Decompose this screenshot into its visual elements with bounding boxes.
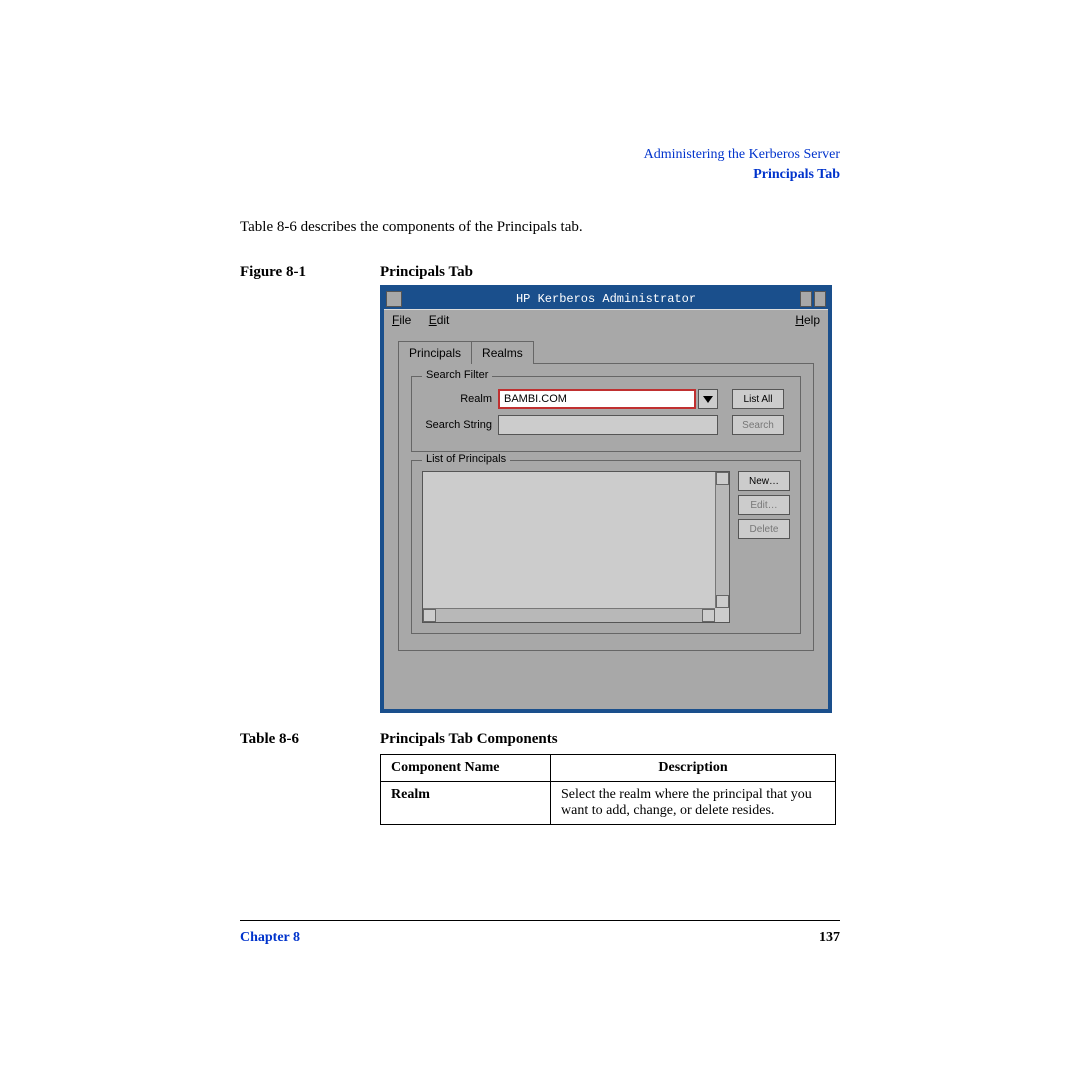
scrollbar-horizontal[interactable] bbox=[423, 608, 715, 622]
delete-button[interactable]: Delete bbox=[738, 519, 790, 539]
window-titlebar: HP Kerberos Administrator bbox=[384, 289, 828, 309]
page-number: 137 bbox=[819, 930, 840, 946]
components-table: Component Name Description Realm Select … bbox=[380, 754, 836, 825]
th-component-name: Component Name bbox=[381, 755, 551, 782]
figure-title: Principals Tab bbox=[380, 264, 473, 281]
principals-listbox[interactable] bbox=[422, 471, 730, 623]
menu-help[interactable]: Help bbox=[795, 313, 820, 328]
scrollbar-vertical[interactable] bbox=[715, 472, 729, 608]
menu-edit[interactable]: Edit bbox=[429, 313, 450, 327]
search-string-input[interactable] bbox=[498, 415, 718, 435]
window-max-icon[interactable] bbox=[814, 291, 826, 307]
search-string-label: Search String bbox=[422, 419, 498, 431]
header-subsection: Principals Tab bbox=[240, 165, 840, 185]
cell-component-name: Realm bbox=[381, 782, 551, 825]
intro-text: Table 8-6 describes the components of th… bbox=[240, 219, 840, 236]
list-legend: List of Principals bbox=[422, 453, 510, 465]
list-all-button[interactable]: List All bbox=[732, 389, 784, 409]
th-description: Description bbox=[551, 755, 836, 782]
figure-label: Figure 8-1 bbox=[240, 264, 380, 281]
menu-file[interactable]: File bbox=[392, 313, 411, 327]
realm-dropdown[interactable]: BAMBI.COM bbox=[498, 389, 696, 409]
search-filter-legend: Search Filter bbox=[422, 369, 492, 381]
search-button[interactable]: Search bbox=[732, 415, 784, 435]
scroll-up-icon[interactable] bbox=[716, 472, 729, 485]
page-footer: Chapter 8 137 bbox=[240, 930, 840, 946]
scroll-right-icon[interactable] bbox=[702, 609, 715, 622]
window-menu-icon[interactable] bbox=[386, 291, 402, 307]
window-title: HP Kerberos Administrator bbox=[516, 292, 696, 306]
table-title: Principals Tab Components bbox=[380, 731, 558, 748]
table-label: Table 8-6 bbox=[240, 731, 380, 748]
chapter-label: Chapter 8 bbox=[240, 930, 300, 946]
dropdown-arrow-icon[interactable] bbox=[698, 389, 718, 409]
table-row: Realm Select the realm where the princip… bbox=[381, 782, 836, 825]
window-min-icon[interactable] bbox=[800, 291, 812, 307]
tab-principals[interactable]: Principals bbox=[398, 341, 472, 364]
menubar: File Edit Help bbox=[384, 309, 828, 331]
search-filter-group: Search Filter Realm BAMBI.COM bbox=[411, 376, 801, 452]
realm-label: Realm bbox=[422, 393, 498, 405]
new-button[interactable]: New… bbox=[738, 471, 790, 491]
scroll-down-icon[interactable] bbox=[716, 595, 729, 608]
header-section: Administering the Kerberos Server bbox=[240, 145, 840, 165]
scroll-left-icon[interactable] bbox=[423, 609, 436, 622]
screenshot-window: HP Kerberos Administrator File Edit Help… bbox=[380, 285, 832, 713]
page-header: Administering the Kerberos Server Princi… bbox=[240, 145, 840, 184]
edit-button[interactable]: Edit… bbox=[738, 495, 790, 515]
footer-rule bbox=[240, 920, 840, 921]
list-of-principals-group: List of Principals bbox=[411, 460, 801, 634]
tab-realms[interactable]: Realms bbox=[471, 341, 534, 364]
cell-description: Select the realm where the principal tha… bbox=[551, 782, 836, 825]
